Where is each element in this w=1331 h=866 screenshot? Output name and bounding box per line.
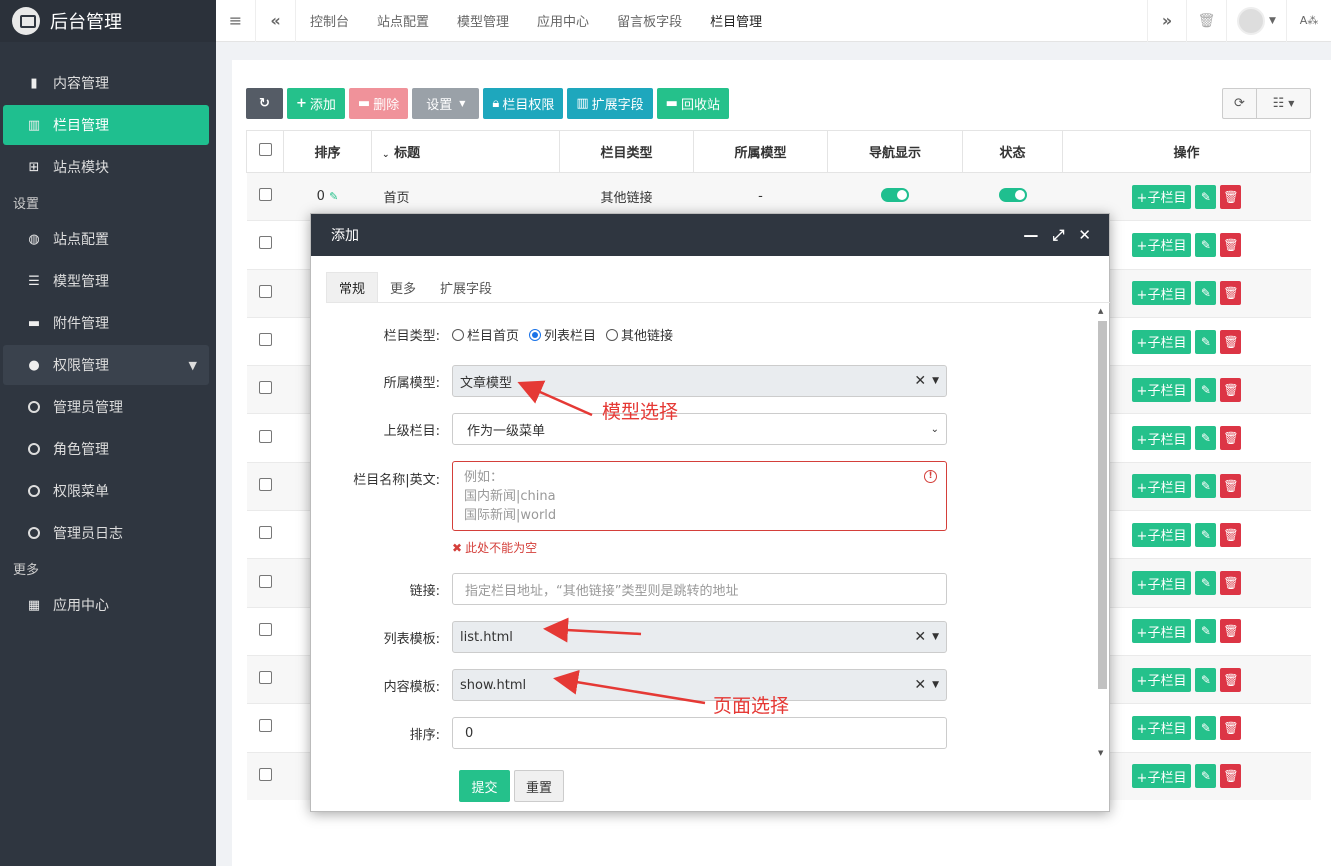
annotation-arrows [517,380,706,705]
arrow-list-template [543,617,642,643]
arrow-content-template [553,669,706,705]
arrow-model [517,380,593,417]
annotation-page: 页面选择 [713,695,790,717]
annotation-model: 模型选择 [602,401,679,423]
